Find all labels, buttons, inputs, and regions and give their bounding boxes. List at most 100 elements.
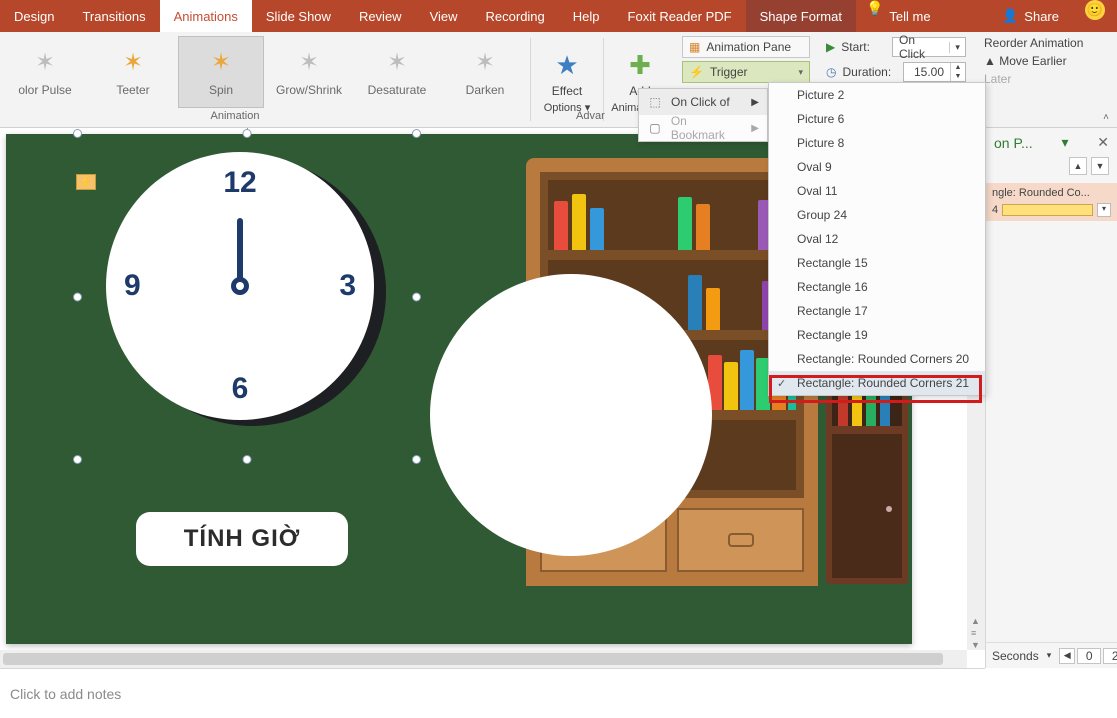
resize-handle[interactable] — [412, 292, 421, 301]
object-item[interactable]: Rectangle 16 — [769, 275, 985, 299]
star-plus-icon: ✚ — [629, 50, 651, 81]
object-item[interactable]: Group 24 — [769, 203, 985, 227]
move-later-button: Later — [984, 72, 1083, 86]
timeline-bar[interactable] — [1002, 204, 1093, 216]
ribbon-tab-strip: Design Transitions Animations Slide Show… — [0, 0, 1117, 32]
share-icon: 👤 — [1002, 8, 1018, 24]
anim-desaturate[interactable]: ✶Desaturate — [354, 36, 440, 108]
tab-slideshow[interactable]: Slide Show — [252, 0, 345, 32]
start-combo[interactable]: On Click ▾ — [892, 37, 966, 57]
entry-index: 4 — [992, 204, 998, 216]
tab-design[interactable]: Design — [0, 0, 68, 32]
tinh-gio-button[interactable]: TÍNH GIỜ — [136, 512, 348, 566]
collapse-ribbon-button[interactable]: ˄ — [1103, 112, 1109, 123]
tab-recording[interactable]: Recording — [472, 0, 559, 32]
anim-darken[interactable]: ✶Darken — [442, 36, 528, 108]
timeline-pos-a: 0 — [1077, 648, 1101, 664]
object-item[interactable]: Oval 11 — [769, 179, 985, 203]
scroll-up-icon[interactable]: ≡ — [971, 628, 981, 638]
star-icon: ✶ — [123, 48, 143, 77]
trigger-on-bookmark: ▢ On Bookmark ▶ — [639, 115, 767, 141]
chevron-up-icon[interactable]: ▲ — [951, 63, 965, 72]
object-item[interactable]: Picture 2 — [769, 83, 985, 107]
side-cabinet-graphic — [826, 366, 908, 584]
animation-order-tag[interactable]: ⚡ — [76, 174, 96, 190]
horizontal-scrollbar[interactable] — [0, 650, 967, 668]
tab-help[interactable]: Help — [559, 0, 614, 32]
object-item[interactable]: Rectangle 19 — [769, 323, 985, 347]
object-item-selected[interactable]: Rectangle: Rounded Corners 21 — [769, 371, 985, 395]
tab-shape-format[interactable]: Shape Format — [746, 0, 856, 32]
star-icon: ✶ — [211, 48, 231, 77]
duration-spinner[interactable]: 15.00 ▲▼ — [903, 62, 966, 82]
chevron-down-icon[interactable]: ▼ — [951, 72, 965, 81]
label: On Click of — [671, 95, 730, 109]
move-down-button[interactable]: ▼ — [1091, 157, 1109, 175]
chevron-right-icon: ▶ — [751, 123, 759, 134]
trigger-on-click-of[interactable]: ⬚ On Click of ▶ — [639, 89, 767, 115]
object-item[interactable]: Oval 9 — [769, 155, 985, 179]
reorder-group: Reorder Animation ▲ Move Earlier Later — [976, 32, 1091, 127]
resize-handle[interactable] — [243, 129, 252, 138]
object-item[interactable]: Rectangle 15 — [769, 251, 985, 275]
animation-pane-button[interactable]: ▦ Animation Pane — [682, 36, 810, 58]
label: Trigger — [710, 65, 748, 79]
notes-placeholder: Click to add notes — [10, 686, 121, 702]
tab-review[interactable]: Review — [345, 0, 416, 32]
advanced-group-label: Advar — [576, 110, 605, 122]
next-slide-icon[interactable]: ▼ — [971, 640, 981, 650]
chevron-down-icon[interactable]: ▾ — [1097, 203, 1111, 217]
object-item[interactable]: Picture 6 — [769, 107, 985, 131]
object-item[interactable]: Rectangle 17 — [769, 299, 985, 323]
tab-foxit[interactable]: Foxit Reader PDF — [614, 0, 746, 32]
anim-color-pulse[interactable]: ✶olor Pulse — [2, 36, 88, 108]
seconds-label: Seconds — [992, 649, 1039, 663]
chevron-down-icon: ▾ — [949, 42, 965, 53]
clock-icon: ◷ — [826, 65, 836, 79]
trigger-object-menu: Picture 2 Picture 6 Picture 8 Oval 9 Ova… — [768, 82, 986, 396]
selection-bounding-box[interactable]: ⚡ — [78, 134, 416, 459]
large-oval-shape[interactable] — [430, 274, 712, 556]
animation-pane-footer: Seconds ▾ ◀ 0 2 ▶ — [986, 642, 1117, 668]
feedback-smiley-icon[interactable]: 🙂 — [1085, 0, 1105, 20]
animation-pane: on P... ▾ ✕ ▲ ▼ ngle: Rounded Co... 4 ▾ … — [985, 128, 1117, 668]
resize-handle[interactable] — [243, 455, 252, 464]
start-label: Start: — [841, 40, 886, 54]
lightbulb-icon: 💡 — [866, 0, 883, 32]
notes-pane[interactable]: Click to add notes — [0, 668, 985, 718]
anim-teeter[interactable]: ✶Teeter — [90, 36, 176, 108]
anim-grow-shrink[interactable]: ✶Grow/Shrink — [266, 36, 352, 108]
play-icon: ▶ — [826, 40, 835, 54]
move-earlier-button[interactable]: ▲ Move Earlier — [984, 54, 1083, 68]
timeline-pos-b: 2 — [1103, 648, 1117, 664]
resize-handle[interactable] — [73, 129, 82, 138]
tab-animations[interactable]: Animations — [160, 0, 252, 32]
share-label: Share — [1024, 9, 1059, 24]
object-item[interactable]: Oval 12 — [769, 227, 985, 251]
prev-slide-icon[interactable]: ▲ — [971, 616, 981, 626]
share-button[interactable]: 👤 Share — [988, 0, 1073, 32]
timeline-prev-button[interactable]: ◀ — [1059, 648, 1075, 664]
label: Move Earlier — [999, 54, 1066, 68]
gallery-group-label: Animation — [0, 110, 470, 122]
resize-handle[interactable] — [412, 455, 421, 464]
gallery-label: olor Pulse — [18, 83, 71, 97]
chevron-down-icon[interactable]: ▾ — [1047, 650, 1052, 661]
animation-entry[interactable]: ngle: Rounded Co... 4 ▾ — [986, 183, 1117, 221]
trigger-button[interactable]: ⚡ Trigger ▾ — [682, 61, 810, 83]
object-item[interactable]: Rectangle: Rounded Corners 20 — [769, 347, 985, 371]
close-icon[interactable]: ✕ — [1097, 134, 1109, 151]
reorder-title: Reorder Animation — [984, 36, 1083, 50]
object-item[interactable]: Picture 8 — [769, 131, 985, 155]
move-up-button[interactable]: ▲ — [1069, 157, 1087, 175]
animation-pane-title: on P... — [994, 135, 1033, 151]
tab-view[interactable]: View — [416, 0, 472, 32]
anim-spin[interactable]: ✶Spin — [178, 36, 264, 108]
resize-handle[interactable] — [412, 129, 421, 138]
chevron-down-icon[interactable]: ▾ — [1061, 134, 1068, 151]
tell-me-search[interactable]: Tell me — [889, 0, 944, 32]
label: Later — [984, 72, 1011, 86]
tab-transitions[interactable]: Transitions — [68, 0, 159, 32]
resize-handle[interactable] — [73, 455, 82, 464]
resize-handle[interactable] — [73, 292, 82, 301]
